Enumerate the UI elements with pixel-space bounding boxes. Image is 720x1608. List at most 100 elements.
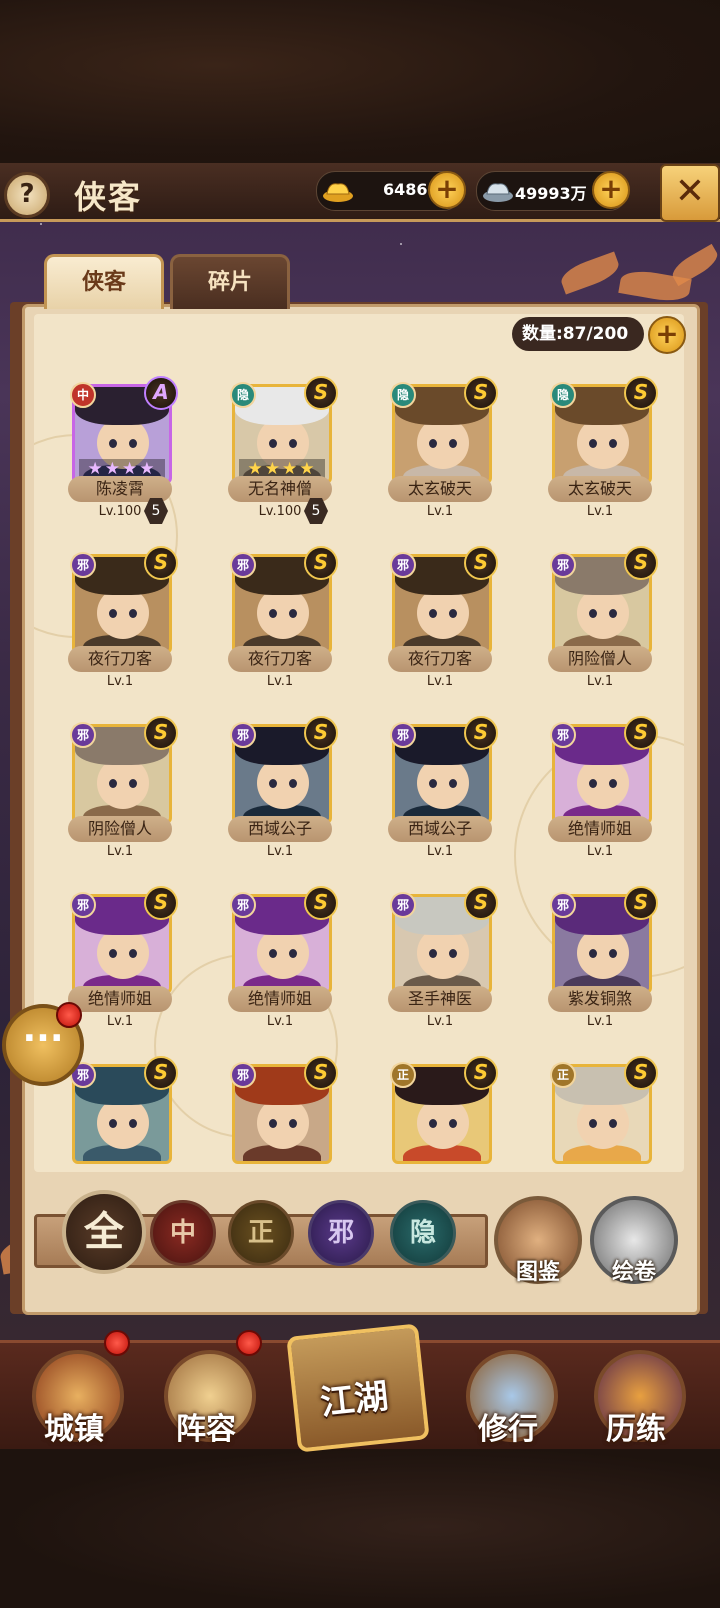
nav-town-notification-dot bbox=[104, 1330, 130, 1356]
faction-badge: 邪 bbox=[230, 892, 256, 918]
hero-face bbox=[417, 1097, 469, 1149]
hero-level: Lv.1 bbox=[426, 674, 454, 689]
gold-ingot-icon bbox=[323, 183, 353, 202]
hero-card[interactable]: 邪S bbox=[230, 1056, 338, 1164]
hero-name: 圣手神医 bbox=[388, 986, 492, 1012]
hero-face bbox=[577, 587, 629, 639]
grade-badge: S bbox=[144, 716, 178, 750]
hero-card[interactable]: 邪S bbox=[70, 546, 178, 654]
filter-xie-button[interactable]: 邪 bbox=[308, 1200, 374, 1266]
nav-training-label: 历练 bbox=[606, 1412, 666, 1447]
hero-level: Lv.1 bbox=[106, 844, 134, 859]
hero-face bbox=[257, 1097, 309, 1149]
filter-all-button[interactable]: 全 bbox=[62, 1190, 146, 1274]
nav-lineup-label: 阵容 bbox=[176, 1412, 236, 1447]
hero-name: 太玄破天 bbox=[388, 476, 492, 502]
nav-lineup-notification-dot bbox=[236, 1330, 262, 1356]
hero-card[interactable]: 邪S bbox=[70, 1056, 178, 1164]
filter-yin-button[interactable]: 隐 bbox=[390, 1200, 456, 1266]
add-gold-button[interactable]: + bbox=[428, 171, 466, 209]
faction-badge: 隐 bbox=[390, 382, 416, 408]
faction-badge: 邪 bbox=[390, 892, 416, 918]
hero-guide-label: 图鉴 bbox=[515, 1260, 560, 1285]
expand-capacity-button[interactable]: + bbox=[648, 316, 686, 354]
hero-card[interactable]: 邪S bbox=[230, 716, 338, 824]
faction-badge: 邪 bbox=[230, 722, 256, 748]
hero-card[interactable]: 正S bbox=[390, 1056, 498, 1164]
faction-badge: 隐 bbox=[550, 382, 576, 408]
faction-badge: 正 bbox=[550, 1062, 576, 1088]
hero-level: Lv.1 bbox=[266, 844, 294, 859]
hero-face bbox=[577, 417, 629, 469]
hero-card[interactable]: 邪S bbox=[550, 716, 658, 824]
hero-face bbox=[417, 587, 469, 639]
help-button[interactable]: ? bbox=[4, 172, 50, 218]
hero-card[interactable]: 邪S bbox=[390, 546, 498, 654]
hero-card[interactable]: 正S bbox=[550, 1056, 658, 1164]
tab-fragments[interactable]: 碎片 bbox=[170, 254, 290, 309]
grade-badge: S bbox=[624, 376, 658, 410]
faction-badge: 邪 bbox=[70, 892, 96, 918]
hero-level: Lv.1 bbox=[426, 504, 454, 519]
hero-card[interactable]: 邪S bbox=[70, 716, 178, 824]
faction-badge: 邪 bbox=[550, 552, 576, 578]
hero-level: Lv.1 bbox=[426, 844, 454, 859]
filter-zhong-button[interactable]: 中 bbox=[150, 1200, 216, 1266]
hero-face bbox=[577, 927, 629, 979]
grade-badge: S bbox=[304, 546, 338, 580]
hero-card[interactable]: 邪S bbox=[230, 546, 338, 654]
hero-name: 西域公子 bbox=[388, 816, 492, 842]
grade-badge: S bbox=[624, 1056, 658, 1090]
hero-card[interactable]: 邪S bbox=[550, 546, 658, 654]
hero-card[interactable]: 邪S bbox=[230, 886, 338, 994]
hero-face bbox=[417, 417, 469, 469]
faction-badge: 邪 bbox=[390, 552, 416, 578]
grade-badge: S bbox=[304, 1056, 338, 1090]
page-title: 侠客 bbox=[74, 178, 143, 216]
hero-level: Lv.1 bbox=[106, 1014, 134, 1029]
faction-badge: 中 bbox=[70, 382, 96, 408]
hero-card[interactable]: ★★★★ 隐 S bbox=[230, 376, 338, 484]
tab-heroes[interactable]: 侠客 bbox=[44, 254, 164, 309]
close-button[interactable]: ✕ bbox=[660, 164, 720, 222]
grade-badge: S bbox=[464, 546, 498, 580]
gold-amount: 6486 bbox=[383, 180, 428, 199]
hero-card[interactable]: 隐S bbox=[550, 376, 658, 484]
hero-level: Lv.1 bbox=[266, 674, 294, 689]
faction-badge: 邪 bbox=[550, 722, 576, 748]
hero-face bbox=[417, 757, 469, 809]
hero-card[interactable]: ★★★★ 中 A bbox=[70, 376, 178, 484]
grade-badge: S bbox=[464, 886, 498, 920]
hero-card[interactable]: 邪S bbox=[390, 716, 498, 824]
grade-badge: S bbox=[624, 716, 658, 750]
faction-badge: 正 bbox=[390, 1062, 416, 1088]
hero-level: Lv.1 bbox=[586, 844, 614, 859]
hero-name: 阴险僧人 bbox=[548, 646, 652, 672]
faction-badge: 邪 bbox=[70, 722, 96, 748]
top-backdrop bbox=[0, 0, 720, 163]
close-icon: ✕ bbox=[674, 171, 706, 212]
faction-badge: 邪 bbox=[390, 722, 416, 748]
hero-level: Lv.1 bbox=[586, 1014, 614, 1029]
hero-level: Lv.1 bbox=[586, 674, 614, 689]
grade-badge: S bbox=[624, 886, 658, 920]
faction-badge: 邪 bbox=[230, 1062, 256, 1088]
hero-face bbox=[577, 1097, 629, 1149]
hero-card[interactable]: 邪S bbox=[390, 886, 498, 994]
hero-card[interactable]: 邪S bbox=[70, 886, 178, 994]
grade-badge: S bbox=[144, 546, 178, 580]
grade-badge: S bbox=[304, 716, 338, 750]
grade-badge: S bbox=[464, 376, 498, 410]
hero-face bbox=[417, 927, 469, 979]
hero-level: Lv.1 bbox=[426, 1014, 454, 1029]
hero-name: 夜行刀客 bbox=[68, 646, 172, 672]
grade-badge: S bbox=[144, 886, 178, 920]
bottom-backdrop bbox=[0, 1446, 720, 1608]
silver-amount: 49993万 bbox=[515, 184, 587, 203]
hero-card[interactable]: 邪S bbox=[550, 886, 658, 994]
add-silver-button[interactable]: + bbox=[592, 171, 630, 209]
hero-card[interactable]: 隐S bbox=[390, 376, 498, 484]
faction-badge: 邪 bbox=[70, 552, 96, 578]
chat-bubble-icon: ··· bbox=[22, 1018, 64, 1059]
filter-zheng-button[interactable]: 正 bbox=[228, 1200, 294, 1266]
